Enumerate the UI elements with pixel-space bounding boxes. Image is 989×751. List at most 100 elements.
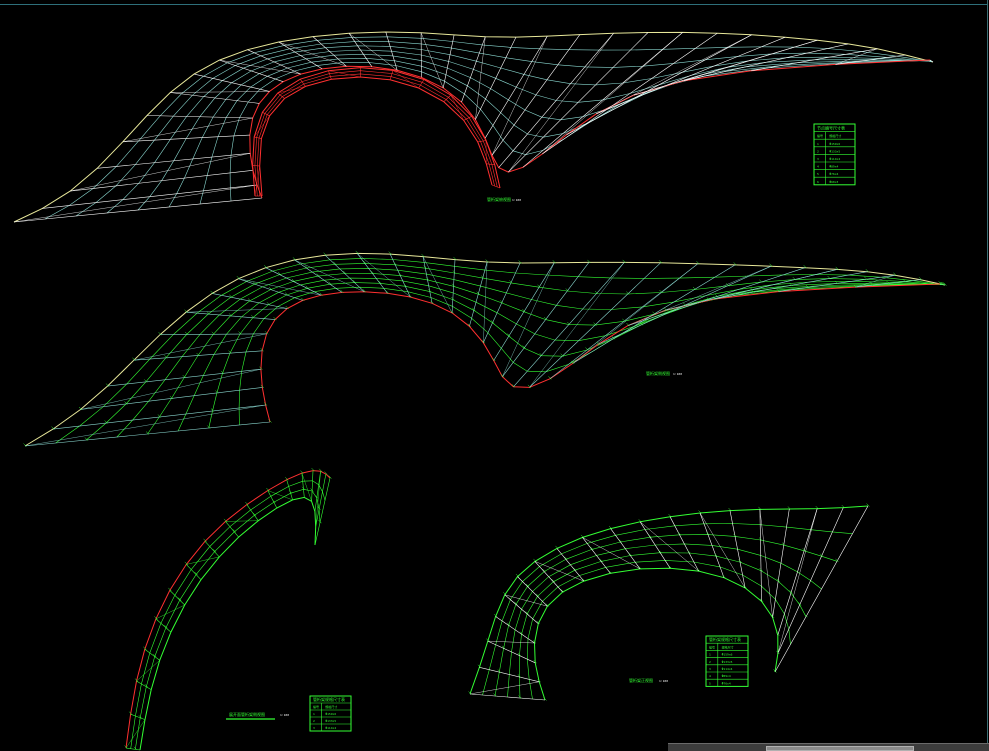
truss-member — [80, 369, 261, 410]
drawing-4-spec-table[interactable]: 管桁架规格尺寸表编号 规格尺寸 1 Φ159x6 2 Φ133x5 3 Φ114x4 4 Φ89x… — [705, 635, 749, 687]
drawing-2-scale: 1:100 — [673, 372, 682, 376]
table-cell: Φ133x5 — [829, 149, 840, 153]
table-cell: Φ76x4 — [829, 172, 838, 176]
truss-member — [534, 561, 584, 582]
horizontal-scrollbar[interactable] — [668, 743, 989, 751]
truss-member — [627, 266, 772, 326]
truss-member — [513, 262, 625, 387]
table-header-cell: 规格尺寸 — [722, 644, 734, 649]
truss-member — [185, 311, 276, 320]
table-cell: 5 — [709, 681, 711, 685]
table-cell: 2 — [313, 719, 315, 723]
truss-drawing-4[interactable] — [468, 503, 870, 701]
table-header-cell: 编号 — [709, 644, 715, 649]
table-cell: 5 — [817, 172, 819, 176]
table-header-cell: 编号 — [313, 704, 319, 709]
truss-member — [136, 680, 152, 690]
table-cell: 2 — [817, 149, 819, 153]
drawing-3-scale: 1:100 — [280, 713, 289, 717]
truss-member — [146, 115, 253, 119]
truss-member — [461, 36, 486, 103]
truss-chord — [256, 73, 495, 197]
truss-member — [107, 368, 261, 387]
truss-member — [348, 33, 373, 67]
truss-member — [348, 33, 398, 71]
table-title: 管桁架规格尺寸表 — [709, 636, 741, 642]
truss-drawing-2[interactable] — [23, 250, 947, 447]
truss-member — [193, 73, 270, 92]
table-cell: Φ133x5 — [722, 660, 733, 664]
truss-member — [529, 262, 625, 388]
table-cell: 3 — [313, 726, 315, 730]
truss-member — [42, 184, 258, 209]
table-cell: 1 — [709, 653, 711, 657]
truss-member — [13, 197, 263, 223]
truss-member — [582, 537, 641, 570]
table-header-cell: 规格尺寸 — [325, 704, 337, 709]
truss-member — [97, 153, 251, 169]
truss-member — [80, 387, 263, 410]
truss-chord — [494, 534, 838, 697]
scrollbar-thumb[interactable] — [766, 746, 914, 751]
truss-chord — [259, 76, 493, 197]
truss-drawing-3[interactable] — [124, 467, 332, 751]
truss-member — [572, 264, 736, 364]
truss-member — [144, 648, 160, 661]
truss-member — [610, 528, 641, 570]
truss-chord — [507, 543, 822, 698]
table-cell: Φ89x4 — [829, 165, 838, 169]
truss-member — [170, 91, 270, 93]
truss-member — [24, 421, 271, 447]
drawing-1-spec-table[interactable]: 节点编号尺寸表编号 规格尺寸 1 Φ159x6 2 Φ133x5 3 Φ114x4 4 Φ89x4… — [813, 123, 856, 186]
truss-member — [484, 35, 548, 139]
truss-member — [422, 256, 433, 304]
truss-member — [639, 521, 699, 572]
table-cell: Φ114x4 — [325, 726, 336, 730]
truss-member — [475, 36, 517, 120]
truss-member — [475, 36, 486, 120]
truss-member — [311, 470, 314, 502]
table-cell: Φ159x6 — [722, 653, 733, 657]
truss-member — [442, 34, 455, 88]
table-cell: 1 — [313, 712, 315, 716]
truss-member — [777, 508, 818, 636]
truss-member — [699, 512, 725, 578]
table-cell: 2 — [709, 660, 711, 664]
cad-model-space[interactable]: 管桁架俯视图 1:100 节点编号尺寸表 编号 规格尺寸 1 Φ159x6 2 Φ133x5… — [0, 0, 989, 751]
table-cell: 4 — [709, 674, 711, 678]
table-header-cell: 规格尺寸 — [829, 133, 841, 138]
table-title: 管桁架规格尺寸表 — [313, 696, 345, 702]
truss-member — [286, 479, 293, 500]
truss-chord — [469, 505, 869, 695]
truss-member — [155, 604, 185, 620]
truss-chord — [208, 282, 942, 429]
truss-chord — [125, 470, 331, 749]
truss-member — [502, 262, 590, 377]
truss-member — [542, 32, 683, 155]
truss-member — [328, 70, 332, 80]
truss-member — [483, 262, 521, 343]
truss-member — [508, 33, 614, 173]
truss-member — [246, 504, 259, 521]
table-cell: Φ89x4 — [722, 674, 731, 678]
truss-member — [469, 681, 540, 695]
table-cell: 6 — [817, 180, 819, 184]
drawing-canvas[interactable]: 管桁架俯视图 1:100 节点编号尺寸表编号 规格尺寸1 Φ159x62 Φ133x5… — [0, 0, 989, 751]
truss-member — [491, 184, 501, 189]
table-header-cell: 编号 — [817, 133, 823, 138]
truss-member — [125, 747, 141, 751]
drawing-3-spec-table[interactable]: 管桁架规格尺寸表编号 规格尺寸 1 Φ159x6 2 Φ133x5 3 Φ114x4 — [309, 695, 352, 732]
truss-member — [70, 153, 251, 192]
truss-member — [389, 70, 394, 80]
truss-member — [24, 404, 266, 447]
truss-drawing-1[interactable] — [13, 31, 934, 223]
drawing-2-caption: 管桁架侧视图 — [646, 370, 670, 376]
truss-member — [130, 713, 146, 720]
table-cell: Φ76x4 — [722, 681, 731, 685]
truss-chord — [139, 496, 317, 751]
truss-member — [252, 165, 260, 167]
table-cell: Φ60x3 — [829, 180, 838, 184]
truss-member — [219, 59, 301, 75]
truss-member — [714, 271, 868, 300]
truss-member — [534, 561, 563, 593]
